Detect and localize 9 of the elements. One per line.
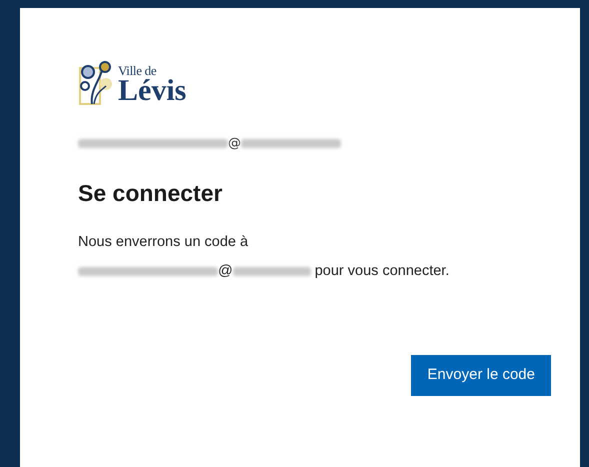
page-title: Se connecter (78, 178, 224, 208)
at-sign: @ (218, 262, 233, 281)
logo-text: Ville de (118, 64, 158, 77)
send-code-button[interactable]: Envoyer le code (411, 355, 551, 396)
logo-icon (78, 60, 114, 108)
message-text: pour vous connecter. (314, 262, 450, 281)
at-sign: @ (228, 135, 241, 153)
message-text: Nous enverrons un code à (78, 233, 250, 252)
logo-text: Lévis (118, 77, 186, 104)
